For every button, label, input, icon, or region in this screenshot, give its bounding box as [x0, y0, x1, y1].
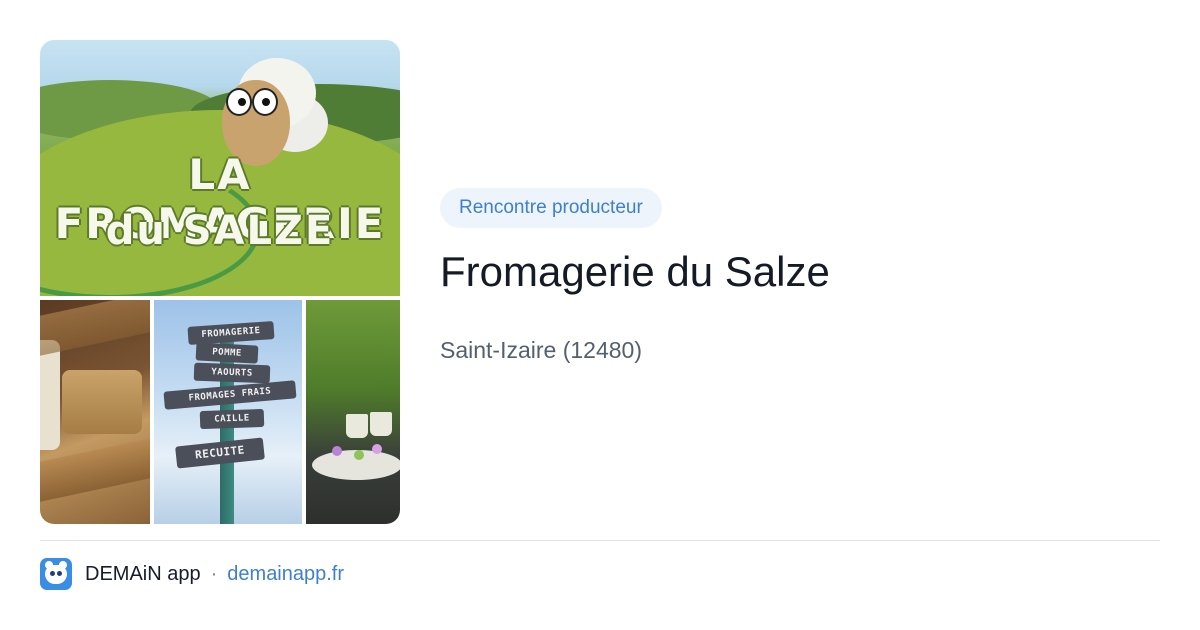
producer-image: LA FROMAGERIE du SALZE FROMAGERIE POMME … — [40, 40, 400, 524]
divider — [40, 540, 1160, 541]
category-badge: Rencontre producteur — [440, 188, 662, 228]
garden-table-photo — [306, 300, 400, 524]
demain-app-icon — [40, 558, 72, 590]
sign-label: FROMAGERIE — [187, 321, 275, 345]
signpost-photo: FROMAGERIE POMME YAOURTS FROMAGES FRAIS … — [154, 300, 302, 524]
page-title[interactable]: Fromagerie du Salze — [440, 247, 830, 297]
image-title-line-2: du SALZE — [105, 208, 335, 254]
sign-label: YAOURTS — [193, 362, 271, 384]
farm-landscape-photo: LA FROMAGERIE du SALZE — [40, 40, 400, 296]
cheese-cellar-photo — [40, 300, 150, 524]
site-link[interactable]: demainapp.fr — [227, 563, 344, 586]
site-footer: DEMAiN app · demainapp.fr — [40, 558, 344, 590]
sign-label: CAILLE — [199, 408, 265, 430]
sign-label: RECUITE — [175, 437, 265, 469]
sign-label: POMME — [195, 342, 259, 364]
app-name: DEMAiN app — [85, 562, 201, 585]
separator: · — [210, 562, 218, 585]
location-text: Saint-Izaire (12480) — [440, 337, 642, 363]
